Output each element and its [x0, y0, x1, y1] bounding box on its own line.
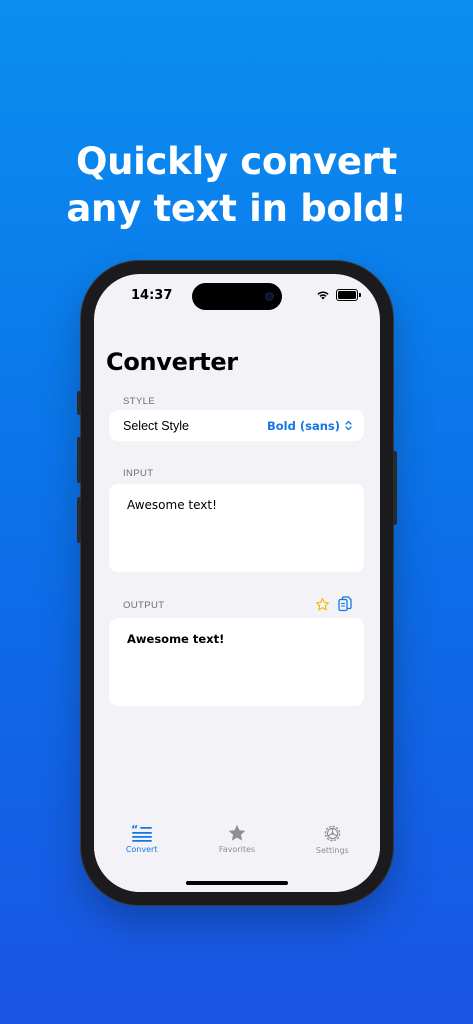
- output-section-label: OUTPUT: [123, 600, 165, 611]
- status-icons: [316, 289, 361, 301]
- status-time: 14:37: [131, 288, 173, 303]
- copy-button[interactable]: [338, 596, 352, 612]
- star-icon: [228, 824, 246, 841]
- wifi-icon: [317, 291, 329, 300]
- side-button: [393, 451, 397, 525]
- dynamic-island: [192, 283, 282, 310]
- gear-icon: [324, 825, 341, 842]
- tab-settings[interactable]: Settings: [292, 824, 372, 892]
- output-actions: [315, 596, 352, 612]
- style-picker-value: Bold (sans): [267, 418, 340, 433]
- battery-icon: [336, 289, 361, 301]
- select-style-row[interactable]: Select Style Bold (sans): [109, 410, 364, 441]
- select-style-label: Select Style: [123, 418, 190, 433]
- style-picker[interactable]: Bold (sans): [267, 419, 352, 433]
- tab-convert[interactable]: “ Convert: [102, 824, 182, 892]
- favorite-star-button[interactable]: [315, 597, 330, 612]
- svg-text:“: “: [131, 824, 138, 836]
- chevron-up-down-icon: [345, 420, 352, 431]
- volume-up-button: [77, 437, 81, 483]
- page-title: Converter: [106, 348, 238, 376]
- output-text: Awesome text!: [127, 632, 225, 646]
- input-section-label: INPUT: [123, 468, 154, 479]
- phone-screen: 14:37 Converter STYLE Select Style Bold …: [94, 274, 380, 892]
- tab-settings-label: Settings: [315, 846, 349, 855]
- tab-convert-label: Convert: [125, 845, 158, 854]
- input-text: Awesome text!: [127, 498, 217, 512]
- phone-frame: 14:37 Converter STYLE Select Style Bold …: [77, 261, 397, 905]
- quote-list-icon: “: [131, 824, 152, 842]
- input-text-area[interactable]: Awesome text!: [109, 484, 364, 572]
- output-text-area[interactable]: Awesome text!: [109, 618, 364, 706]
- action-button: [77, 391, 81, 415]
- headline-line-2: any text in bold!: [66, 187, 407, 230]
- promo-headline: Quickly convert any text in bold!: [0, 138, 473, 232]
- camera-icon: [265, 292, 274, 301]
- home-indicator[interactable]: [186, 881, 288, 885]
- tab-favorites-label: Favorites: [218, 845, 256, 854]
- style-section-label: STYLE: [123, 396, 156, 407]
- volume-down-button: [77, 497, 81, 543]
- headline-line-1: Quickly convert: [75, 140, 398, 183]
